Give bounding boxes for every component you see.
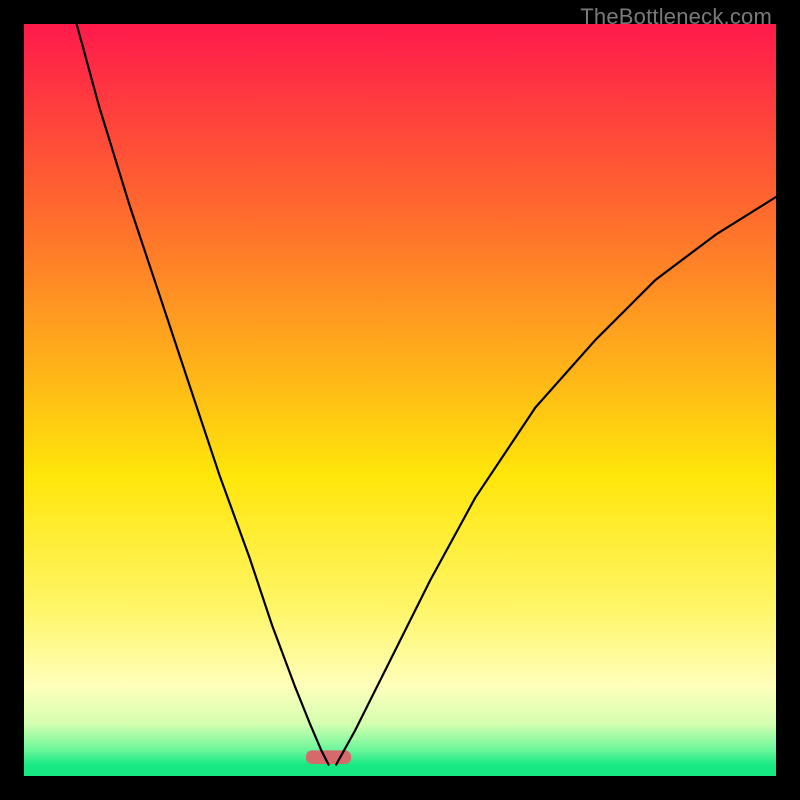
bottleneck-chart [24,24,776,776]
minimum-marker [306,750,351,764]
gradient-background [24,24,776,776]
chart-frame [24,24,776,776]
